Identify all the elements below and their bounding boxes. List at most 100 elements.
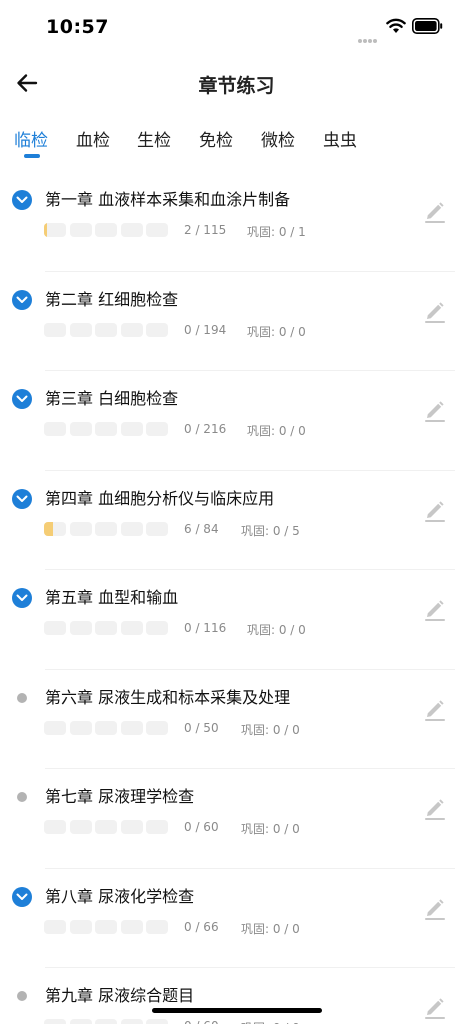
- question-count: 0 / 66: [184, 919, 219, 934]
- edit-pencil-icon[interactable]: [423, 301, 447, 324]
- chapter-title: 第六章 尿液生成和标本采集及处理: [45, 687, 291, 707]
- progress-segment: [146, 820, 168, 834]
- progress-segment: [69, 919, 92, 934]
- progress-segment: [146, 521, 168, 536]
- progress-segment: [146, 919, 168, 934]
- progress-segment: [95, 521, 117, 536]
- edit-pencil-icon[interactable]: [423, 998, 447, 1020]
- chapter-item[interactable]: 第三章 白细胞检查 0 / 216 巩固: 0 / 0: [0, 371, 473, 471]
- chapter-item[interactable]: 第六章 尿液生成和标本采集及处理 0 / 50 巩固: 0 / 0: [0, 670, 473, 769]
- expand-chevron-icon[interactable]: [12, 886, 32, 907]
- progress-bar: [44, 223, 170, 237]
- bullet-dot-icon: [17, 991, 27, 1001]
- progress-segment: [44, 521, 66, 536]
- question-count: 0 / 60: [184, 1019, 219, 1024]
- edit-pencil-icon[interactable]: [423, 699, 447, 722]
- progress-segment: [44, 322, 66, 337]
- tab-shengjian[interactable]: 生检: [137, 126, 171, 151]
- chapter-title: 第七章 尿液理学检查: [45, 787, 195, 806]
- tab-linjian[interactable]: 临检: [14, 126, 48, 151]
- expand-chevron-icon[interactable]: [12, 289, 32, 310]
- progress-segment: [120, 521, 143, 536]
- expand-chevron-icon[interactable]: [12, 588, 32, 608]
- chapter-item[interactable]: 第九章 尿液综合题目 0 / 60 巩固: 0 / 0: [0, 968, 473, 1024]
- progress-segment: [44, 1019, 66, 1024]
- chapter-title: 第四章 血细胞分析仪与临床应用: [45, 488, 275, 508]
- consolidate-count: 巩固: 0 / 5: [241, 523, 300, 538]
- chapter-item[interactable]: 第八章 尿液化学检查 0 / 66 巩固: 0 / 0: [0, 869, 473, 968]
- progress-segment: [95, 1019, 117, 1024]
- progress-segment: [95, 820, 117, 834]
- progress-segment: [95, 621, 117, 635]
- edit-pencil-icon[interactable]: [423, 600, 447, 622]
- edit-pencil-icon[interactable]: [423, 401, 447, 423]
- question-count: 0 / 50: [184, 720, 219, 735]
- progress-segment: [146, 223, 168, 237]
- progress-segment: [69, 621, 92, 635]
- nav-bar: 章节练习: [0, 56, 473, 112]
- progress-segment: [69, 720, 92, 735]
- expand-chevron-icon[interactable]: [12, 389, 32, 409]
- consolidate-count: 巩固: 0 / 0: [247, 623, 306, 637]
- consolidate-count: 巩固: 0 / 0: [241, 722, 300, 737]
- consolidate-count: 巩固: 0 / 0: [241, 822, 300, 836]
- question-count: 0 / 116: [184, 621, 227, 635]
- consolidate-count: 巩固: 0 / 0: [247, 324, 306, 339]
- consolidate-count: 巩固: 0 / 0: [241, 921, 300, 936]
- progress-segment: [69, 820, 92, 834]
- edit-pencil-icon[interactable]: [423, 500, 447, 523]
- chapter-item[interactable]: 第二章 红细胞检查 0 / 194 巩固: 0 / 0: [0, 272, 473, 371]
- tab-xuejian[interactable]: 血检: [76, 126, 110, 151]
- progress-segment: [146, 422, 168, 436]
- edit-pencil-icon[interactable]: [423, 799, 447, 821]
- progress-segment: [44, 223, 66, 237]
- chapter-item[interactable]: 第五章 血型和输血 0 / 116 巩固: 0 / 0: [0, 570, 473, 670]
- progress-segment: [44, 621, 66, 635]
- chapter-title: 第二章 红细胞检查: [45, 289, 179, 309]
- progress-segment: [44, 820, 66, 834]
- progress-segment: [146, 720, 168, 735]
- progress-bar: [44, 919, 170, 934]
- chapter-item[interactable]: 第一章 血液样本采集和血涂片制备 2 / 115 巩固: 0 / 1: [0, 172, 473, 272]
- chapter-title: 第九章 尿液综合题目: [45, 986, 195, 1005]
- bullet-dot-icon: [17, 692, 27, 703]
- progress-segment: [69, 422, 92, 436]
- question-count: 0 / 194: [184, 322, 227, 337]
- progress-segment: [44, 422, 66, 436]
- chapter-item[interactable]: 第四章 血细胞分析仪与临床应用 6 / 84 巩固: 0 / 5: [0, 471, 473, 570]
- page-title: 章节练习: [198, 75, 275, 97]
- progress-bar: [44, 720, 170, 735]
- edit-pencil-icon[interactable]: [423, 898, 447, 921]
- progress-segment: [146, 621, 168, 635]
- progress-bar: [44, 1019, 170, 1024]
- consolidate-count: 巩固: 0 / 1: [247, 225, 306, 239]
- status-time: 10:57: [46, 16, 109, 38]
- consolidate-count: 巩固: 0 / 0: [247, 424, 306, 438]
- progress-segment: [120, 422, 143, 436]
- progress-segment: [95, 223, 117, 237]
- progress-segment: [69, 521, 92, 536]
- progress-segment: [120, 820, 143, 834]
- progress-segment: [120, 322, 143, 337]
- tab-weijian[interactable]: 微检: [261, 126, 295, 151]
- question-count: 6 / 84: [184, 521, 219, 536]
- progress-segment: [146, 322, 168, 337]
- progress-segment: [69, 322, 92, 337]
- edit-pencil-icon[interactable]: [423, 202, 447, 224]
- progress-segment: [120, 1019, 143, 1024]
- chapter-title: 第八章 尿液化学检查: [45, 886, 195, 906]
- progress-segment: [120, 621, 143, 635]
- tab-mianjian[interactable]: 免检: [199, 126, 233, 151]
- category-tabs: 临检 血检 生检 免检 微检 虫虫: [0, 118, 473, 162]
- wifi-icon: [386, 18, 406, 33]
- expand-chevron-icon[interactable]: [12, 488, 32, 509]
- question-count: 2 / 115: [184, 223, 227, 237]
- progress-segment: [95, 422, 117, 436]
- progress-segment: [120, 720, 143, 735]
- progress-segment: [146, 1019, 168, 1024]
- battery-icon: [412, 18, 443, 34]
- chapter-item[interactable]: 第七章 尿液理学检查 0 / 60 巩固: 0 / 0: [0, 769, 473, 869]
- question-count: 0 / 60: [184, 820, 219, 834]
- expand-chevron-icon[interactable]: [12, 190, 32, 210]
- tab-chongchong[interactable]: 虫虫: [323, 126, 357, 151]
